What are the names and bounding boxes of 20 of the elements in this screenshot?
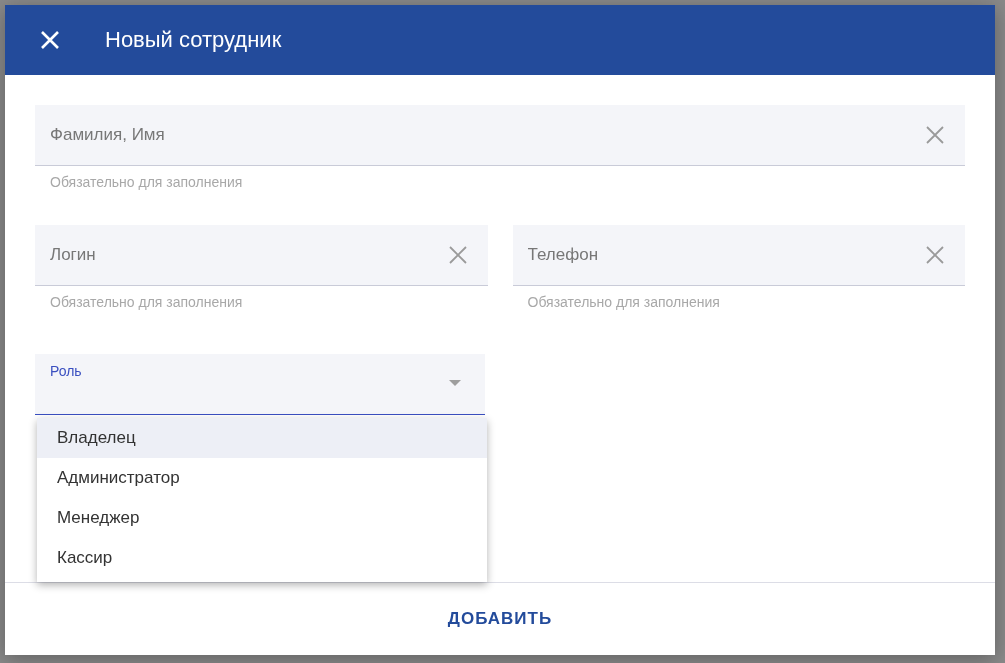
menu-item[interactable]: Владелец bbox=[37, 418, 487, 458]
clear-icon[interactable] bbox=[926, 126, 944, 144]
menu-item[interactable]: Менеджер bbox=[37, 498, 487, 538]
close-icon bbox=[40, 30, 60, 50]
name-field[interactable]: Фамилия, Имя bbox=[35, 105, 965, 166]
add-button[interactable]: ДОБАВИТЬ bbox=[435, 601, 565, 637]
menu-item[interactable]: Администратор bbox=[37, 458, 487, 498]
menu-item[interactable]: Кассир bbox=[37, 538, 487, 578]
clear-icon[interactable] bbox=[926, 246, 944, 264]
input-field[interactable]: Логин bbox=[35, 225, 488, 286]
dialog-title: Новый сотрудник bbox=[105, 27, 282, 53]
role-select[interactable]: Роль bbox=[35, 354, 485, 415]
close-button[interactable] bbox=[40, 30, 60, 50]
clear-icon[interactable] bbox=[448, 246, 467, 264]
hint-text: Обязательно для заполнения bbox=[527, 294, 721, 312]
select-label: Роль bbox=[50, 363, 82, 379]
hint-text: Обязательно для заполнения bbox=[50, 174, 244, 192]
input-field[interactable]: Телефон bbox=[512, 225, 965, 286]
hint-text: Обязательно для заполнения bbox=[50, 294, 244, 312]
caret-icon bbox=[449, 380, 461, 387]
